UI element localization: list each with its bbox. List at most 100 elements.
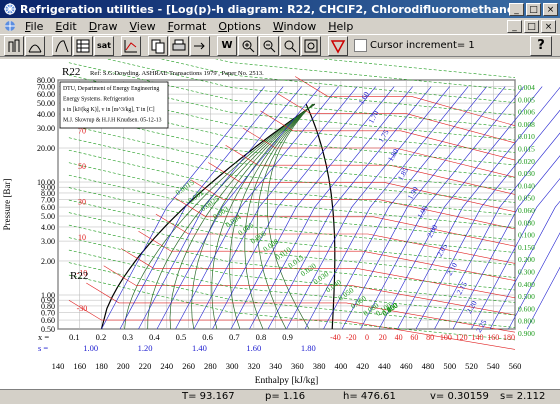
isochore-label-right: 0.050 xyxy=(518,194,535,203)
x-tick-label: 160 xyxy=(73,361,86,371)
x-tick-label: 240 xyxy=(160,361,173,371)
app-icon xyxy=(3,2,17,16)
isochore-label-right: 0.004 xyxy=(518,83,535,92)
isochore-label-right: 0.005 xyxy=(518,95,535,104)
menu-help[interactable]: Help xyxy=(322,20,359,33)
x-tick-label: 520 xyxy=(465,361,478,371)
temperature-label: -40 xyxy=(330,333,341,342)
x-quality-value: 0.9 xyxy=(282,332,293,342)
refrigerant-name-inner: R22 xyxy=(70,270,88,282)
isochore-label-right: 0.200 xyxy=(518,255,535,264)
table-tool-button[interactable] xyxy=(73,36,93,56)
mdi-restore-button[interactable]: □ xyxy=(524,20,539,33)
x-tick-label: 200 xyxy=(117,361,130,371)
info-box-line: DTU, Department of Energy Engineering xyxy=(63,85,159,92)
s-value: 1.40 xyxy=(192,343,207,353)
print-button[interactable] xyxy=(169,36,189,56)
printer-icon xyxy=(171,38,187,54)
menu-options[interactable]: Options xyxy=(212,20,266,33)
x-tick-label: 420 xyxy=(356,361,369,371)
y-tick-label: 40.00 xyxy=(37,110,55,119)
zoom-in-button[interactable] xyxy=(238,36,258,56)
isochore-label-right: 0.006 xyxy=(518,108,535,117)
isochore-label-right: 0.040 xyxy=(518,181,535,190)
menu-format[interactable]: Format xyxy=(162,20,213,33)
zoom-all-icon xyxy=(282,38,298,54)
temperature-label: -30 xyxy=(77,304,88,313)
isochore-label-right: 0.080 xyxy=(518,218,535,227)
isochore-label-right: 0.015 xyxy=(518,145,535,154)
refrigerant-name: R22 xyxy=(62,66,80,78)
title-bar: Refrigeration utilities - [Log(p)-h diag… xyxy=(0,0,560,18)
isochore-label-right: 0.100 xyxy=(518,231,535,240)
menu-file[interactable]: File xyxy=(19,20,49,33)
menu-view[interactable]: View xyxy=(123,20,161,33)
maximize-button[interactable]: □ xyxy=(526,3,541,16)
y-tick-label: 2.00 xyxy=(41,257,55,266)
compressor-tool-button[interactable] xyxy=(4,36,24,56)
temperature-label: 0 xyxy=(365,333,369,342)
x-tick-label: 460 xyxy=(400,361,413,371)
cursor-increment-checkbox[interactable] xyxy=(354,39,367,52)
y-tick-label: 30.00 xyxy=(37,124,55,133)
document-icon[interactable] xyxy=(3,19,17,33)
chart-svg: 80.0070.0060.0050.0040.0030.0020.0010.00… xyxy=(0,59,560,389)
cycle-icon xyxy=(6,38,22,54)
copy-button[interactable] xyxy=(148,36,168,56)
zoom-fit-button[interactable] xyxy=(301,36,321,56)
y-tick-label: 6.00 xyxy=(41,203,55,212)
x-tick-label: 300 xyxy=(226,361,239,371)
zoom-out-icon xyxy=(261,38,277,54)
x-tick-label: 140 xyxy=(52,361,65,371)
gauge-tool-button[interactable] xyxy=(25,36,45,56)
minimize-button[interactable]: _ xyxy=(509,3,524,16)
menu-bar: File Edit Draw View Format Options Windo… xyxy=(0,18,560,34)
logph-chart[interactable]: 80.0070.0060.0050.0040.0030.0020.0010.00… xyxy=(0,59,560,389)
zoom-window-button[interactable]: W xyxy=(217,36,237,56)
x-tick-label: 260 xyxy=(182,361,195,371)
x-quality-value: 0.8 xyxy=(256,332,267,342)
x-tick-label: 380 xyxy=(313,361,326,371)
logph-diagram-button[interactable] xyxy=(52,36,72,56)
x-tick-label: 280 xyxy=(204,361,217,371)
menu-window[interactable]: Window xyxy=(267,20,322,33)
mdi-close-button[interactable]: × xyxy=(541,20,556,33)
saturation-table-button[interactable]: sat xyxy=(94,36,114,56)
temperature-label: 160 xyxy=(487,333,499,342)
menu-edit[interactable]: Edit xyxy=(49,20,82,33)
x-tick-label: 500 xyxy=(443,361,456,371)
plot-tool-button[interactable] xyxy=(121,36,141,56)
isochore-label-right: 0.008 xyxy=(518,120,535,129)
mdi-minimize-button[interactable]: _ xyxy=(507,20,522,33)
status-entropy: s= 2.112 xyxy=(500,391,545,402)
zoom-in-icon xyxy=(240,38,256,54)
s-label: s = xyxy=(38,343,48,353)
isochore-label-right: 0.600 xyxy=(518,304,535,313)
chart-icon xyxy=(123,38,139,54)
x-tick-label: 340 xyxy=(269,361,282,371)
menu-draw[interactable]: Draw xyxy=(83,20,124,33)
x-quality-value: 0.2 xyxy=(96,332,107,342)
temperature-label: 120 xyxy=(456,333,468,342)
x-tick-label: 540 xyxy=(487,361,500,371)
zoom-all-button[interactable] xyxy=(280,36,300,56)
isochore-label-right: 0.150 xyxy=(518,243,535,252)
y-tick-label: 20.00 xyxy=(37,144,55,153)
help-button[interactable]: ? xyxy=(530,36,552,56)
x-tick-label: 440 xyxy=(378,361,391,371)
isochore-label-right: 0.300 xyxy=(518,268,535,277)
isochore-label-right: 0.800 xyxy=(518,317,535,326)
isochore-label-right: 0.030 xyxy=(518,169,535,178)
cursor-tool-button[interactable] xyxy=(328,36,348,56)
temperature-label: 40 xyxy=(395,333,403,342)
zoom-out-button[interactable] xyxy=(259,36,279,56)
export-button[interactable] xyxy=(190,36,210,56)
isochore-label-right: 0.060 xyxy=(518,206,535,215)
y-tick-label: 50.00 xyxy=(37,99,55,108)
x-quality-value: 0.6 xyxy=(202,332,213,342)
close-button[interactable]: × xyxy=(543,3,558,16)
temperature-label: 180 xyxy=(503,333,515,342)
s-value: 1.00 xyxy=(83,343,98,353)
y-tick-label: 4.00 xyxy=(41,223,55,232)
isochore-label-right: 0.010 xyxy=(518,132,535,141)
